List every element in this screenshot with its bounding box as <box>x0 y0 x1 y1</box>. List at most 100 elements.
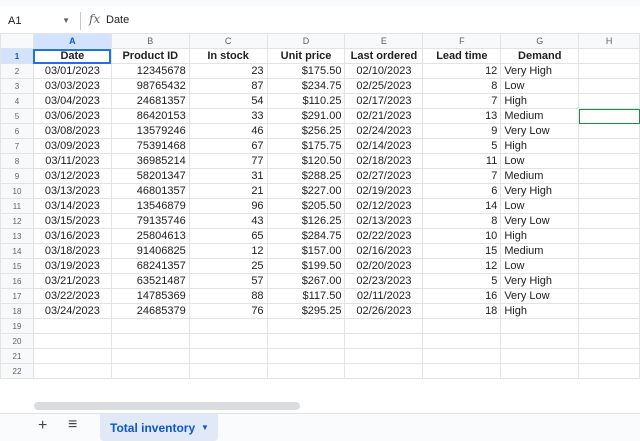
cell[interactable]: 11 <box>422 153 502 169</box>
cell[interactable]: 21 <box>188 183 268 199</box>
row-header[interactable]: 2 <box>0 63 34 79</box>
cell[interactable]: 13579246 <box>110 123 190 139</box>
row-header[interactable]: 4 <box>0 93 34 109</box>
cell[interactable]: 63521487 <box>110 273 190 289</box>
cell[interactable]: 24685379 <box>110 303 190 319</box>
row-header[interactable]: 5 <box>0 108 34 124</box>
cell[interactable]: 02/24/2023 <box>344 123 424 139</box>
cell[interactable] <box>578 333 640 349</box>
cell[interactable]: 25804613 <box>110 228 190 244</box>
cell[interactable]: 02/25/2023 <box>344 78 424 94</box>
cell[interactable]: 12 <box>422 258 502 274</box>
cell[interactable] <box>578 243 640 259</box>
cell[interactable]: $288.25 <box>266 168 346 184</box>
chevron-down-icon[interactable]: ▼ <box>62 13 70 29</box>
cell[interactable]: 02/20/2023 <box>344 258 424 274</box>
cell[interactable]: 10 <box>422 228 502 244</box>
cell[interactable] <box>500 348 580 364</box>
cell[interactable] <box>578 348 640 364</box>
column-header-a[interactable]: A <box>32 33 112 49</box>
cell[interactable]: 03/24/2023 <box>32 303 112 319</box>
cell[interactable]: $199.50 <box>266 258 346 274</box>
row-header[interactable]: 15 <box>0 258 34 274</box>
row-header[interactable]: 1 <box>0 48 34 64</box>
cell[interactable]: 03/16/2023 <box>32 228 112 244</box>
cell[interactable]: Date <box>32 48 112 64</box>
cell[interactable]: $227.00 <box>266 183 346 199</box>
cell[interactable]: High <box>500 303 580 319</box>
cell[interactable] <box>578 363 640 379</box>
row-header[interactable]: 13 <box>0 228 34 244</box>
cell[interactable] <box>188 363 268 379</box>
cell[interactable]: 43 <box>188 213 268 229</box>
cell[interactable] <box>110 363 190 379</box>
cell[interactable]: Unit price <box>266 48 346 64</box>
cell[interactable] <box>110 333 190 349</box>
cell[interactable] <box>578 273 640 289</box>
cell[interactable]: 02/21/2023 <box>344 108 424 124</box>
row-header[interactable]: 11 <box>0 198 34 214</box>
cell[interactable]: 02/17/2023 <box>344 93 424 109</box>
cell[interactable] <box>344 318 424 334</box>
cell[interactable]: 5 <box>422 273 502 289</box>
cell[interactable] <box>344 333 424 349</box>
cell[interactable] <box>578 138 640 154</box>
row-header[interactable]: 21 <box>0 348 34 364</box>
cell[interactable] <box>578 213 640 229</box>
cell[interactable]: Product ID <box>110 48 190 64</box>
cell[interactable]: 7 <box>422 93 502 109</box>
cell[interactable] <box>266 318 346 334</box>
cell[interactable]: 7 <box>422 168 502 184</box>
row-header[interactable]: 22 <box>0 363 34 379</box>
cell[interactable]: Medium <box>500 108 580 124</box>
cell[interactable]: 46801357 <box>110 183 190 199</box>
column-header-b[interactable]: B <box>110 33 190 49</box>
cell[interactable]: 75391468 <box>110 138 190 154</box>
cell[interactable]: 23 <box>188 63 268 79</box>
cell[interactable] <box>578 48 640 64</box>
cell[interactable]: 57 <box>188 273 268 289</box>
cell[interactable]: 15 <box>422 243 502 259</box>
cell[interactable]: 03/14/2023 <box>32 198 112 214</box>
menu-icon[interactable]: ≡ <box>68 416 77 434</box>
cell[interactable]: 12 <box>422 63 502 79</box>
cell[interactable]: 03/06/2023 <box>32 108 112 124</box>
cell[interactable] <box>32 348 112 364</box>
cell[interactable]: 03/08/2023 <box>32 123 112 139</box>
cell[interactable]: 03/22/2023 <box>32 288 112 304</box>
cell[interactable]: Medium <box>500 243 580 259</box>
cell[interactable]: 12345678 <box>110 63 190 79</box>
cell[interactable]: $110.25 <box>266 93 346 109</box>
cell[interactable] <box>578 123 640 139</box>
cell[interactable] <box>422 348 502 364</box>
cell[interactable] <box>266 363 346 379</box>
cell[interactable] <box>578 183 640 199</box>
row-header[interactable]: 7 <box>0 138 34 154</box>
cell[interactable]: Very Low <box>500 213 580 229</box>
cell[interactable] <box>578 258 640 274</box>
cell[interactable]: 98765432 <box>110 78 190 94</box>
cell[interactable] <box>266 333 346 349</box>
cell[interactable]: $117.50 <box>266 288 346 304</box>
cell[interactable]: 91406825 <box>110 243 190 259</box>
cell[interactable] <box>110 348 190 364</box>
cell[interactable]: 65 <box>188 228 268 244</box>
row-header[interactable]: 14 <box>0 243 34 259</box>
row-header[interactable]: 10 <box>0 183 34 199</box>
cell[interactable]: Last ordered <box>344 48 424 64</box>
cell[interactable]: $256.25 <box>266 123 346 139</box>
cell[interactable]: 58201347 <box>110 168 190 184</box>
chevron-down-icon[interactable]: ▼ <box>201 423 209 432</box>
cell[interactable] <box>578 303 640 319</box>
cell[interactable]: 02/22/2023 <box>344 228 424 244</box>
cell[interactable]: 8 <box>422 78 502 94</box>
cell[interactable]: 5 <box>422 138 502 154</box>
cell[interactable] <box>110 318 190 334</box>
row-header[interactable]: 9 <box>0 168 34 184</box>
cell[interactable]: 02/19/2023 <box>344 183 424 199</box>
cell[interactable]: 13546879 <box>110 198 190 214</box>
cell[interactable]: $205.50 <box>266 198 346 214</box>
cell[interactable]: 24681357 <box>110 93 190 109</box>
cell[interactable]: 68241357 <box>110 258 190 274</box>
cell[interactable]: 12 <box>188 243 268 259</box>
